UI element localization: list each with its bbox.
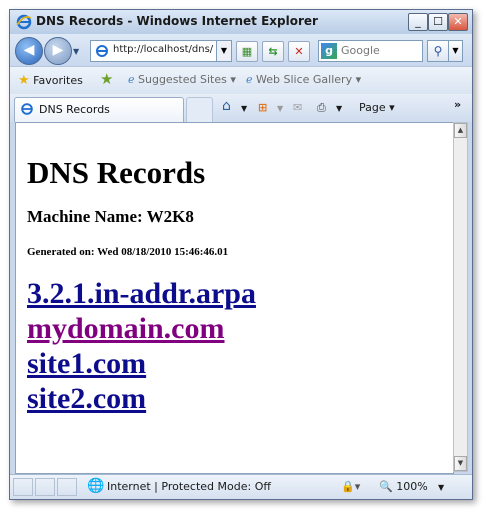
ie-page-icon: ℯ bbox=[128, 73, 135, 86]
print-icon[interactable]: ⎙ bbox=[317, 101, 326, 115]
search-box[interactable]: g Google bbox=[318, 40, 423, 62]
home-dropdown-icon[interactable]: ▼ bbox=[241, 104, 247, 113]
address-dropdown-icon[interactable]: ▼ bbox=[216, 41, 231, 61]
page-menu[interactable]: Page ▾ bbox=[359, 101, 395, 114]
zoom-icon: 🔍 bbox=[379, 480, 393, 493]
vertical-scrollbar[interactable]: ▲ ▼ bbox=[453, 122, 468, 472]
suggested-sites-link[interactable]: ℯ Suggested Sites ▾ bbox=[128, 73, 236, 86]
protected-mode-icon[interactable]: 🔒▾ bbox=[341, 480, 360, 493]
security-zone-text[interactable]: Internet | Protected Mode: Off bbox=[107, 480, 271, 493]
status-cell bbox=[13, 478, 33, 496]
close-button[interactable]: ✕ bbox=[448, 13, 468, 31]
page-heading: DNS Records bbox=[27, 155, 206, 190]
compatibility-view-icon[interactable]: ▦ bbox=[236, 41, 258, 62]
generated-timestamp: Generated on: Wed 08/18/2010 15:46:46.01 bbox=[27, 246, 229, 258]
print-dropdown-icon[interactable]: ▼ bbox=[336, 104, 342, 113]
feeds-icon[interactable]: ⊞ bbox=[258, 101, 267, 114]
stop-icon[interactable]: ✕ bbox=[288, 41, 310, 62]
ie-logo-icon bbox=[21, 103, 33, 115]
search-options-icon[interactable]: ▼ bbox=[448, 40, 463, 62]
ie-logo-icon bbox=[16, 14, 32, 30]
more-commands-chevron-icon[interactable]: » bbox=[454, 98, 461, 111]
dns-zone-link-site2[interactable]: site2.com bbox=[27, 382, 146, 416]
machine-name: Machine Name: W2K8 bbox=[27, 207, 194, 226]
zoom-level: 100% bbox=[396, 480, 428, 493]
internet-zone-icon: 🌐 bbox=[87, 478, 105, 494]
address-text[interactable]: http://localhost/dns/ bbox=[113, 44, 213, 55]
status-bar: 🌐 Internet | Protected Mode: Off 🔒▾ 🔍 10… bbox=[10, 474, 472, 499]
maximize-button[interactable]: ☐ bbox=[428, 13, 448, 31]
web-slice-gallery-link[interactable]: ℯ Web Slice Gallery ▾ bbox=[246, 73, 361, 86]
suggested-sites-label: Suggested Sites ▾ bbox=[138, 73, 236, 86]
zoom-control[interactable]: 🔍 100% bbox=[379, 480, 428, 493]
search-placeholder[interactable]: Google bbox=[341, 44, 380, 57]
tab-bar: DNS Records ⌂ ▼ ⊞ ▼ ✉ ⎙ ▼ Page ▾ » bbox=[10, 94, 472, 123]
dns-zone-link-mydomain[interactable]: mydomain.com bbox=[27, 312, 225, 346]
scroll-up-icon[interactable]: ▲ bbox=[454, 123, 467, 138]
status-cell bbox=[57, 478, 77, 496]
favorites-bar: ★ Favorites ★ ℯ Suggested Sites ▾ ℯ Web … bbox=[10, 66, 472, 95]
navigation-bar: ◀ ▶ ▼ http://localhost/dns/ ▼ ▦ ⇆ ✕ g Go… bbox=[10, 34, 472, 66]
minimize-button[interactable]: _ bbox=[408, 13, 428, 31]
favorites-button[interactable]: ★ Favorites bbox=[18, 73, 83, 88]
web-slice-gallery-label: Web Slice Gallery ▾ bbox=[256, 73, 362, 86]
tab-dns-records[interactable]: DNS Records bbox=[14, 97, 184, 122]
ie-window: DNS Records - Windows Internet Explorer … bbox=[9, 9, 473, 500]
recent-pages-chevron-icon[interactable]: ▼ bbox=[73, 47, 79, 56]
dns-zone-link-reverse[interactable]: 3.2.1.in-addr.arpa bbox=[27, 277, 256, 311]
forward-button[interactable]: ▶ bbox=[44, 37, 72, 65]
title-bar[interactable]: DNS Records - Windows Internet Explorer … bbox=[10, 10, 472, 34]
page-content: DNS Records Machine Name: W2K8 Generated… bbox=[15, 122, 454, 474]
back-button[interactable]: ◀ bbox=[15, 37, 43, 65]
scroll-down-icon[interactable]: ▼ bbox=[454, 456, 467, 471]
search-icon[interactable]: ⚲ bbox=[427, 40, 449, 62]
dns-zone-link-site1[interactable]: site1.com bbox=[27, 347, 146, 381]
new-tab-button[interactable] bbox=[186, 97, 213, 123]
feeds-dropdown-icon: ▼ bbox=[277, 104, 284, 113]
tab-label: DNS Records bbox=[39, 103, 110, 116]
google-logo-icon: g bbox=[321, 43, 337, 59]
read-mail-icon[interactable]: ✉ bbox=[293, 101, 302, 114]
window-title: DNS Records - Windows Internet Explorer bbox=[36, 14, 318, 28]
ie-page-icon: ℯ bbox=[246, 73, 253, 86]
status-cell bbox=[35, 478, 55, 496]
refresh-icon[interactable]: ⇆ bbox=[262, 41, 284, 62]
add-favorites-icon[interactable]: ★ bbox=[100, 70, 113, 88]
page-icon bbox=[96, 45, 108, 57]
home-icon[interactable]: ⌂ bbox=[222, 98, 231, 114]
zoom-dropdown-icon[interactable]: ▼ bbox=[438, 483, 444, 492]
star-icon: ★ bbox=[18, 73, 30, 88]
address-bar[interactable]: http://localhost/dns/ ▼ bbox=[90, 40, 232, 62]
favorites-label: Favorites bbox=[33, 74, 83, 87]
